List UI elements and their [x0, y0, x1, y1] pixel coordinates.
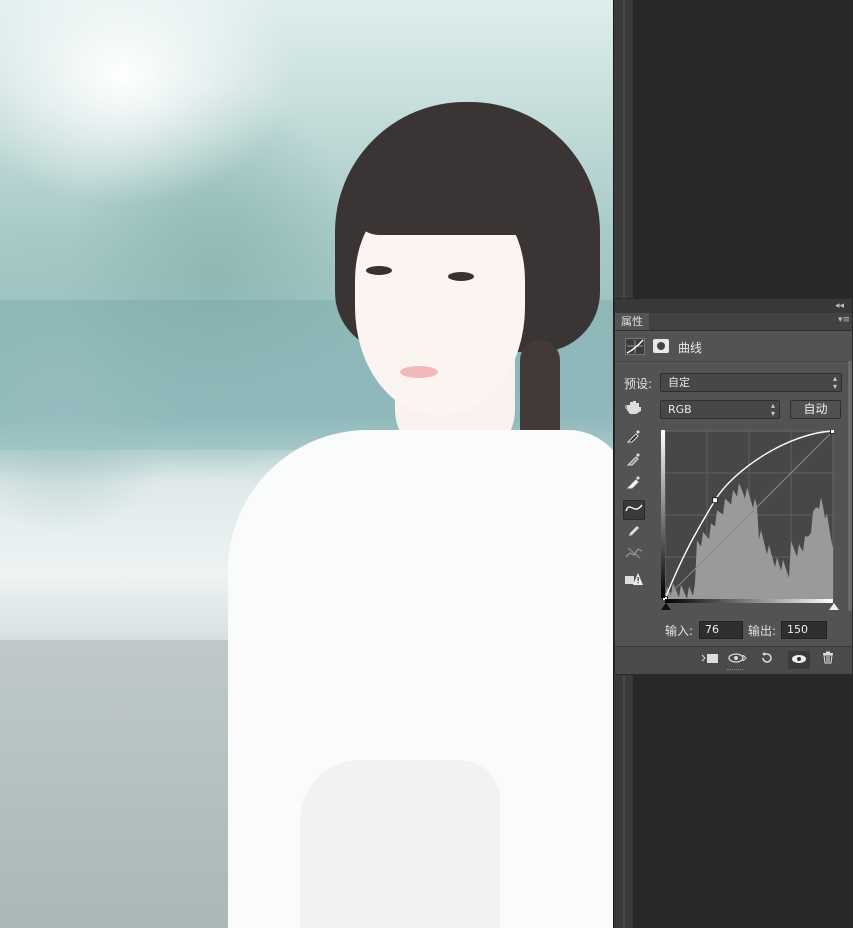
photo-canvas[interactable] — [0, 0, 613, 928]
output-label: 输出: — [748, 624, 777, 638]
panel-title: 曲线 — [678, 341, 703, 355]
chevron-updown-icon: ▴ ▾ — [832, 374, 837, 391]
white-point-slider[interactable] — [829, 603, 839, 610]
panel-footer — [615, 646, 852, 674]
input-field[interactable]: 76 — [699, 621, 743, 639]
panel-menu-icon[interactable]: ▾≡ — [838, 315, 850, 325]
auto-button[interactable]: 自动 — [790, 400, 841, 419]
chevron-updown-icon: ▴ ▾ — [770, 401, 775, 418]
tab-properties[interactable]: 属性 — [615, 313, 649, 330]
smooth-icon[interactable] — [623, 546, 645, 566]
curve-control-point[interactable] — [712, 497, 719, 504]
arm — [300, 760, 500, 928]
mask-icon[interactable] — [653, 339, 669, 353]
black-point-slider[interactable] — [661, 603, 671, 610]
curve-graph[interactable] — [662, 430, 834, 600]
curves-icon[interactable] — [625, 338, 645, 355]
left-eye — [366, 266, 392, 275]
pencil-icon[interactable] — [623, 524, 645, 544]
panel-tabrow: 属性 ▾≡ — [615, 313, 852, 331]
eyedropper-black-icon[interactable] — [623, 429, 645, 449]
collapse-icon[interactable]: ◂◂ — [835, 299, 844, 313]
view-previous-eye-icon[interactable] — [727, 651, 749, 669]
output-field[interactable]: 150 — [781, 621, 827, 639]
preset-value: 自定 — [668, 376, 690, 389]
resize-grip[interactable] — [727, 669, 743, 673]
preset-select[interactable]: 自定 ▴ ▾ — [660, 373, 842, 392]
panel-header: 曲线 — [615, 331, 852, 362]
warning-icon[interactable] — [623, 572, 645, 592]
preset-label: 预设: — [624, 377, 653, 391]
right-eye — [448, 272, 474, 281]
curve-endpoint-white[interactable] — [830, 430, 835, 434]
eyedropper-white-icon[interactable] — [623, 475, 645, 495]
input-label: 输入: — [665, 624, 694, 638]
eyedropper-gray-icon[interactable] — [623, 452, 645, 472]
panel-scrollbar[interactable] — [848, 361, 852, 611]
panel-topbar: ◂◂ — [615, 299, 852, 313]
visibility-eye-icon[interactable] — [788, 651, 810, 669]
properties-panel: ◂◂ 属性 ▾≡ 曲线 预设: 自定 ▴ ▾ RGB ▴ ▾ 自动 输入: 76… — [614, 298, 853, 675]
output-gradient-bar — [661, 430, 665, 598]
channel-select[interactable]: RGB ▴ ▾ — [660, 400, 780, 419]
curve-points-icon[interactable] — [623, 500, 645, 520]
input-gradient-bar — [665, 599, 833, 603]
hand-icon[interactable] — [623, 399, 645, 419]
trash-icon[interactable] — [817, 651, 839, 669]
lips — [400, 366, 438, 378]
channel-value: RGB — [668, 403, 692, 416]
clip-icon[interactable] — [699, 651, 721, 669]
reset-icon[interactable] — [756, 651, 778, 669]
